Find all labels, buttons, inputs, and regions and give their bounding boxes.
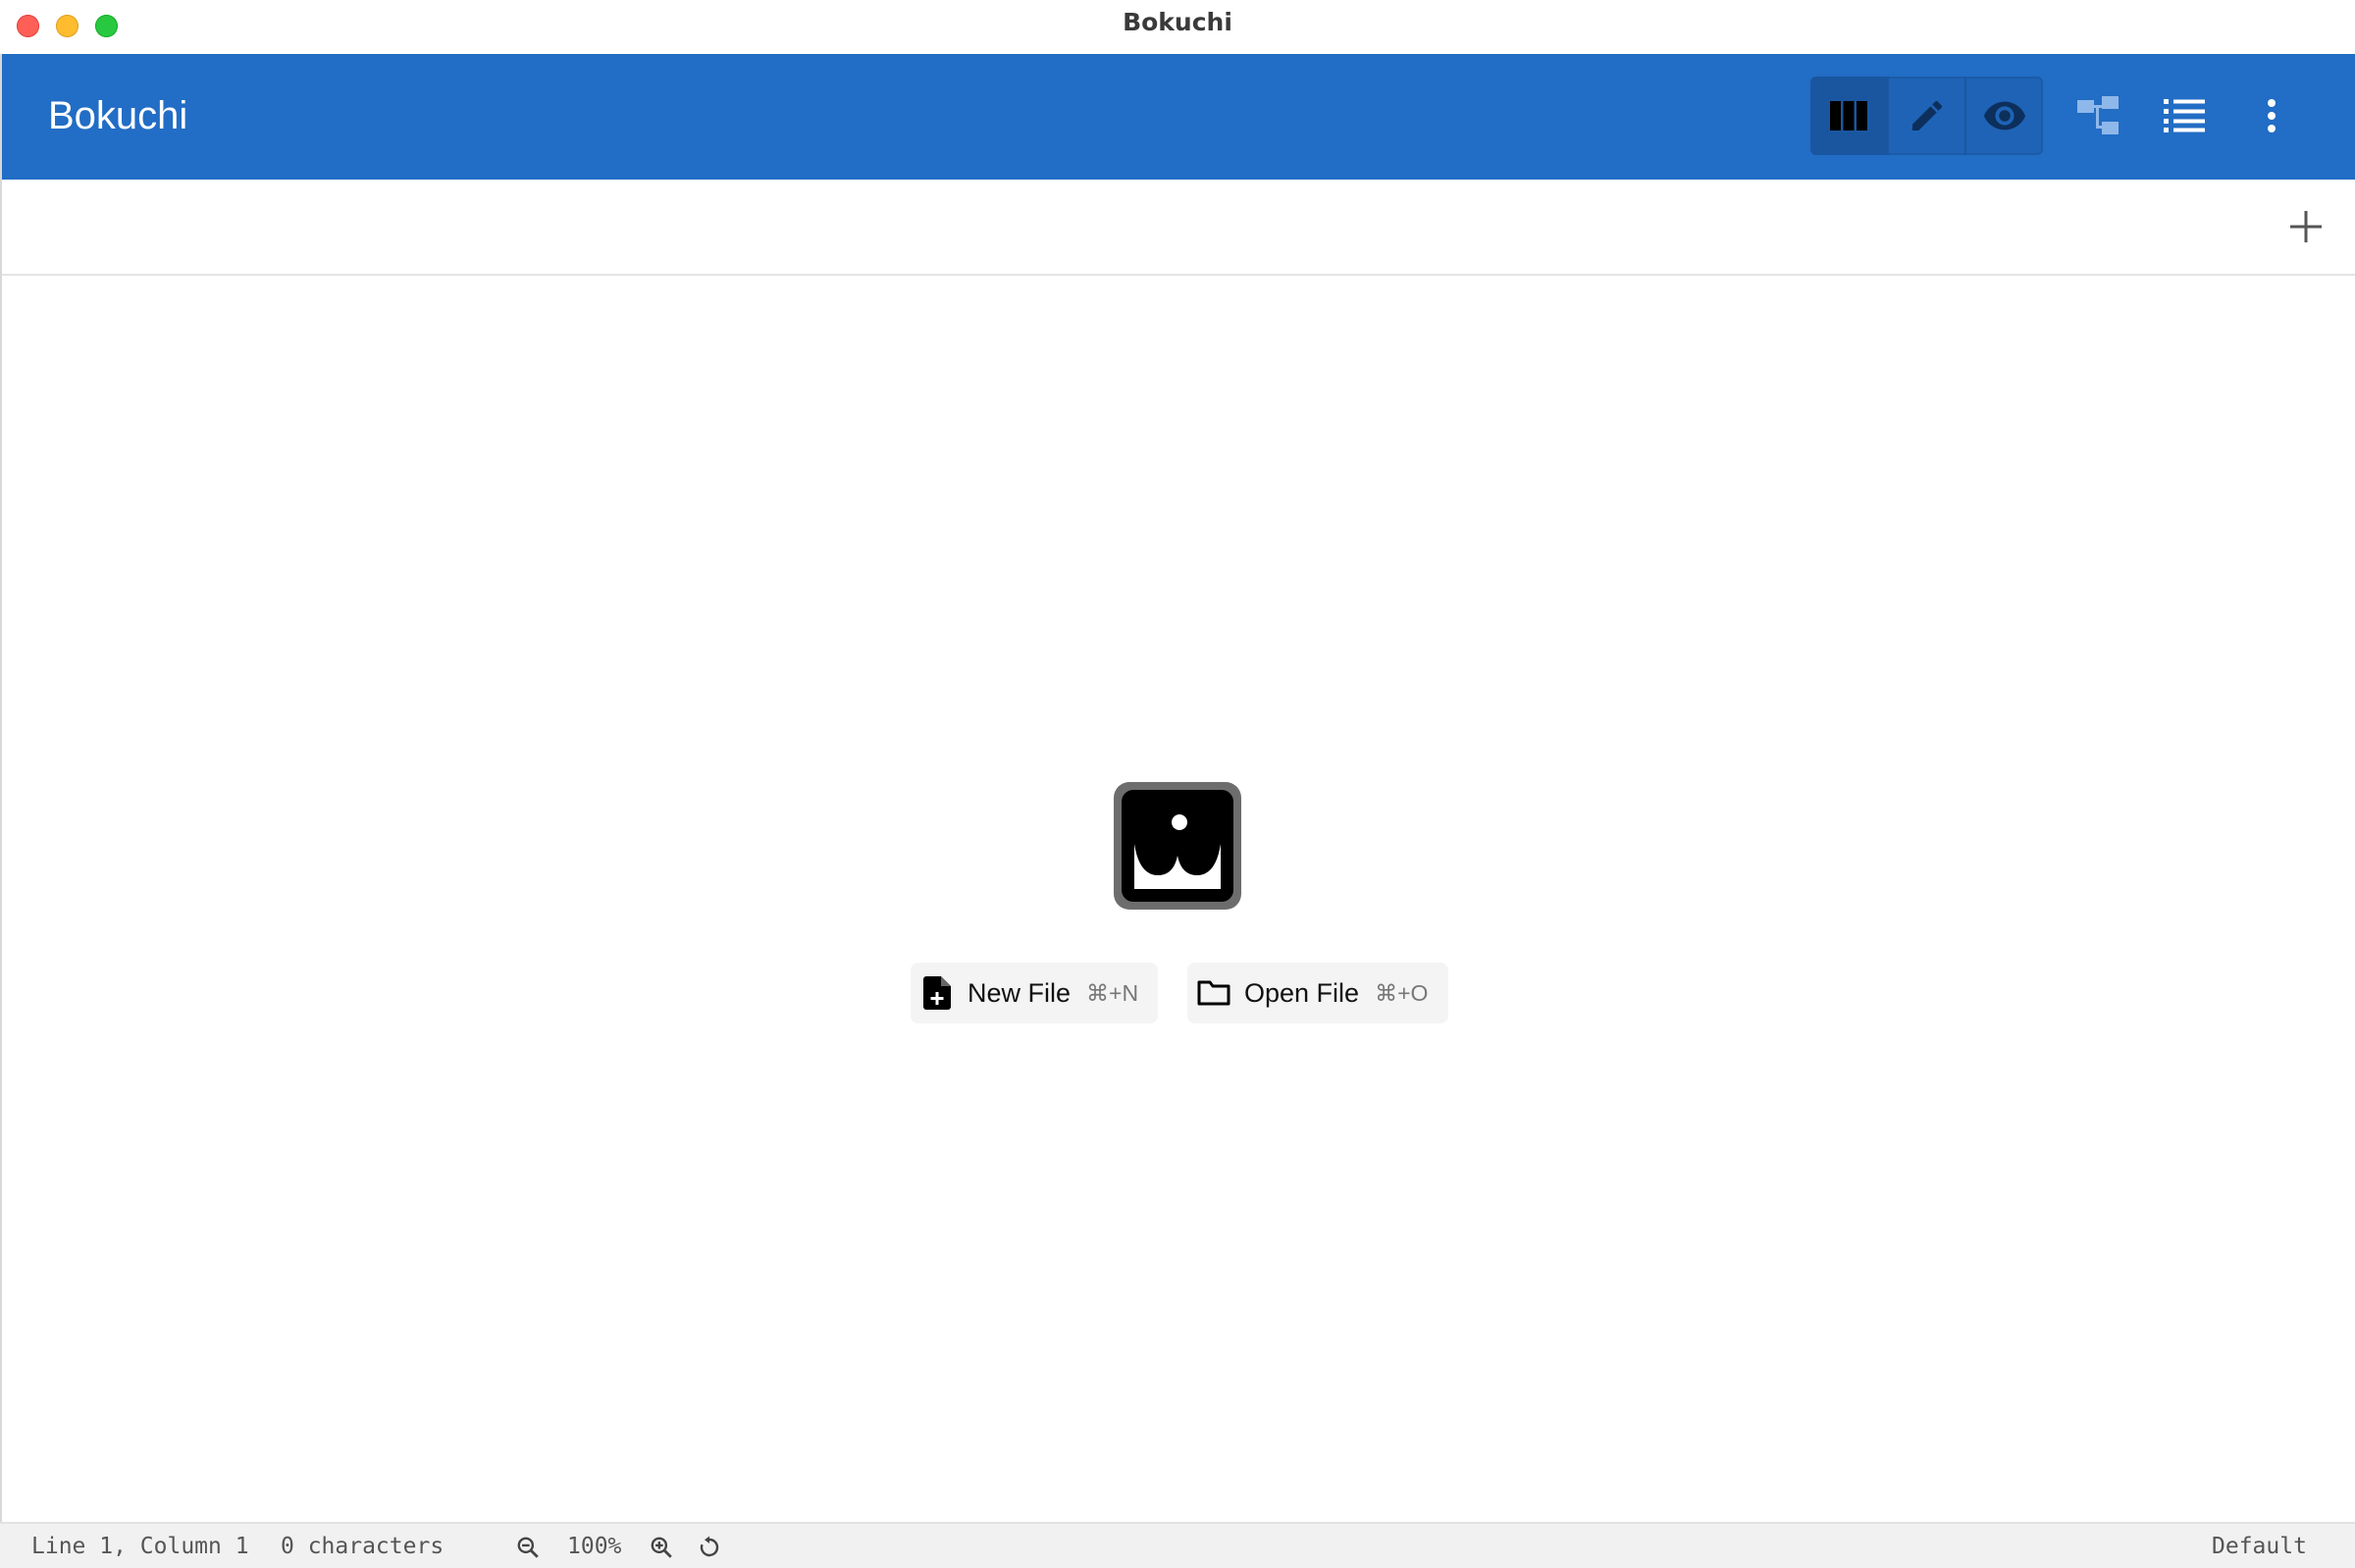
- open-file-label: Open File: [1244, 977, 1360, 1008]
- title-bar: Bokuchi: [0, 0, 2355, 54]
- open-file-button[interactable]: Open File ⌘+O: [1187, 963, 1448, 1023]
- more-vertical-icon: [2268, 99, 2276, 132]
- more-menu-button[interactable]: [2232, 77, 2311, 155]
- app-toolbar: Bokuchi: [2, 54, 2355, 180]
- welcome-actions: New File ⌘+N Open File ⌘+O: [2, 963, 2355, 1023]
- list-icon: [2164, 99, 2205, 132]
- status-bar: Line 1, Column 1 0 characters 100% Defau…: [0, 1522, 2355, 1568]
- reset-zoom-icon[interactable]: [694, 1532, 725, 1563]
- preview-view-button[interactable]: [1964, 77, 2043, 155]
- zoom-out-icon[interactable]: [512, 1532, 544, 1563]
- zoom-in-icon[interactable]: [646, 1532, 677, 1563]
- cursor-position: Line 1, Column 1: [31, 1534, 249, 1559]
- eye-icon: [1983, 101, 2026, 131]
- theme-indicator[interactable]: Default: [2212, 1524, 2307, 1568]
- view-mode-group: [1810, 77, 2043, 155]
- new-file-button[interactable]: New File ⌘+N: [911, 963, 1158, 1023]
- folder-icon: [1197, 976, 1230, 1010]
- outline-toggle-button[interactable]: [2060, 77, 2138, 155]
- split-columns-icon: [1830, 101, 1867, 131]
- editor-view-button[interactable]: [1887, 77, 1965, 155]
- app-window: Bokuchi Bokuchi New File ⌘+N Open File ⌘…: [0, 0, 2355, 1568]
- new-file-label: New File: [968, 977, 1072, 1008]
- tab-bar: [2, 180, 2355, 276]
- bokuchi-logo-icon: [1113, 781, 1242, 911]
- add-tab-button[interactable]: [2276, 197, 2335, 256]
- split-view-button[interactable]: [1810, 77, 1887, 155]
- new-file-icon: [920, 976, 954, 1010]
- zoom-level: 100%: [567, 1534, 622, 1559]
- character-count: 0 characters: [281, 1534, 445, 1559]
- pencil-icon: [1912, 100, 1943, 131]
- tree-structure-icon: [2077, 96, 2119, 134]
- table-of-contents-button[interactable]: [2145, 77, 2224, 155]
- app-title: Bokuchi: [48, 94, 188, 137]
- welcome-screen: New File ⌘+N Open File ⌘+O: [2, 276, 2355, 1522]
- window-title: Bokuchi: [1123, 8, 1232, 36]
- new-file-shortcut: ⌘+N: [1086, 979, 1139, 1006]
- open-file-shortcut: ⌘+O: [1375, 979, 1429, 1006]
- plus-icon: [2290, 211, 2322, 242]
